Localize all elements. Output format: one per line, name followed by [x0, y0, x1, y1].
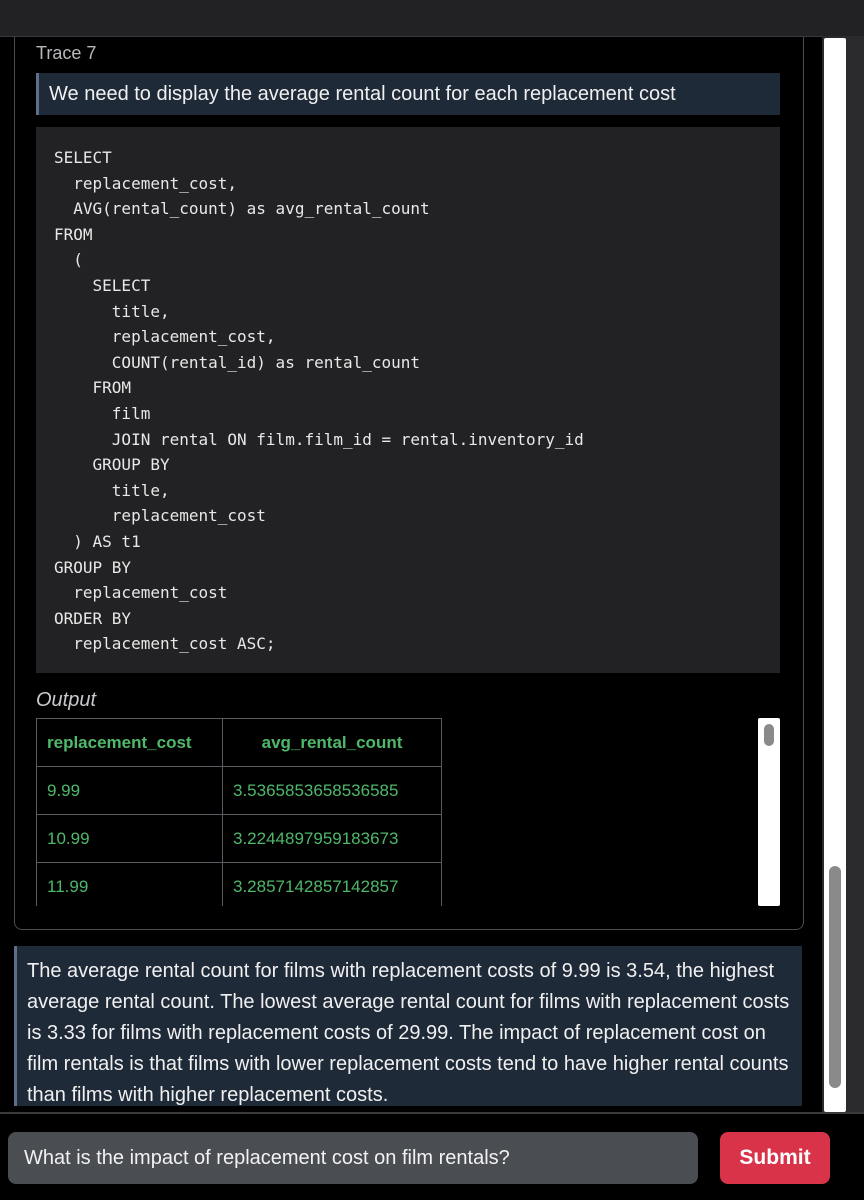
table-cell: 9.99 [36, 766, 223, 815]
question-input[interactable] [8, 1132, 698, 1184]
table-cell: 3.5365853658536585 [222, 766, 442, 815]
chat-scroll-area[interactable]: Trace 7 We need to display the average r… [0, 36, 822, 1115]
table-row: 10.99 3.2244897959183673 [36, 814, 442, 863]
table-cell: 10.99 [36, 814, 223, 863]
table-header-row: replacement_cost avg_rental_count [36, 718, 442, 767]
trace-title: Trace 7 [36, 43, 97, 63]
window-top-bar [0, 0, 864, 36]
output-table-container[interactable]: replacement_cost avg_rental_count 9.99 3… [36, 718, 780, 906]
trace-question: We need to display the average rental co… [36, 73, 780, 115]
page-scrollbar-thumb[interactable] [829, 866, 841, 1088]
table-cell: 3.2244897959183673 [222, 814, 442, 863]
table-row: 11.99 3.2857142857142857 [36, 862, 442, 906]
submit-button[interactable]: Submit [720, 1132, 830, 1184]
table-cell: 11.99 [36, 862, 223, 906]
divider [0, 1112, 864, 1114]
answer-text: The average rental count for films with … [14, 946, 802, 1106]
table-scrollbar-thumb[interactable] [764, 724, 774, 746]
table-row: 9.99 3.5365853658536585 [36, 766, 442, 815]
column-header-replacement-cost: replacement_cost [36, 718, 223, 767]
sql-code-block: SELECT replacement_cost, AVG(rental_coun… [36, 127, 780, 673]
output-label: Output [36, 689, 97, 711]
column-header-avg-rental-count: avg_rental_count [222, 718, 442, 767]
table-scrollbar[interactable] [758, 718, 780, 906]
table-cell: 3.2857142857142857 [222, 862, 442, 906]
output-table: replacement_cost avg_rental_count 9.99 3… [36, 718, 442, 906]
